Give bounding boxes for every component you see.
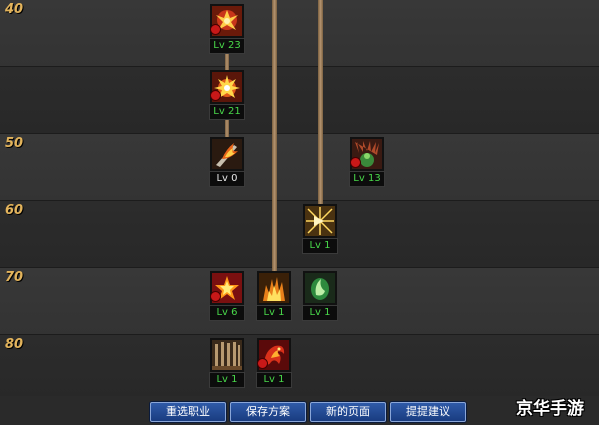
flame-pillar-icon	[257, 271, 291, 305]
skill-slot[interactable]: Lv 1	[256, 271, 292, 321]
radiant-burst-icon	[303, 204, 337, 238]
skill-slot[interactable]: Lv 1	[302, 204, 338, 254]
reselect-class-button[interactable]: 重选职业	[150, 402, 226, 422]
watermark-logo: 京华手游	[516, 399, 584, 419]
level-marker-40: 40	[5, 2, 24, 17]
level-marker-60: 60	[5, 203, 24, 218]
level-marker-50: 50	[5, 136, 24, 151]
level-marker-70: 70	[5, 270, 24, 285]
skill-slot[interactable]: Lv 23	[209, 4, 245, 54]
row-band	[0, 268, 599, 335]
new-page-button[interactable]: 新的页面	[310, 402, 386, 422]
skill-level-label: Lv 1	[302, 305, 338, 321]
skill-connector-line	[225, 119, 229, 137]
skill-slot[interactable]: Lv 1	[256, 338, 292, 388]
skill-level-label: Lv 1	[302, 238, 338, 254]
save-plan-button[interactable]: 保存方案	[230, 402, 306, 422]
row-band	[0, 201, 599, 268]
skill-level-label: Lv 6	[209, 305, 245, 321]
level-marker-80: 80	[5, 337, 24, 352]
skill-level-label: Lv 0	[209, 171, 245, 187]
skill-slot[interactable]: Lv 13	[349, 137, 385, 187]
skill-level-label: Lv 1	[256, 372, 292, 388]
flaming-blade-icon	[210, 137, 244, 171]
skill-slot[interactable]: Lv 1	[302, 271, 338, 321]
skill-level-label: Lv 13	[349, 171, 385, 187]
skill-level-label: Lv 23	[209, 38, 245, 54]
lock-icon	[210, 24, 221, 35]
row-band	[0, 335, 599, 402]
skill-tree-panel: 40 50 60 70 80 Lv 23 Lv 21 Lv 0 Lv 13 Lv…	[0, 0, 599, 425]
skill-level-label: Lv 21	[209, 104, 245, 120]
skill-connector-line	[225, 52, 229, 70]
skill-slot[interactable]: Lv 1	[209, 338, 245, 388]
suggestion-button[interactable]: 提提建议	[390, 402, 466, 422]
row-band	[0, 0, 599, 67]
skill-slot[interactable]: Lv 6	[209, 271, 245, 321]
green-orb-icon	[303, 271, 337, 305]
row-band	[0, 134, 599, 201]
lock-icon	[350, 157, 361, 168]
lock-icon	[210, 291, 221, 302]
skill-level-label: Lv 1	[256, 305, 292, 321]
lock-icon	[210, 90, 221, 101]
skill-slot[interactable]: Lv 0	[209, 137, 245, 187]
stone-gate-icon	[210, 338, 244, 372]
skill-level-label: Lv 1	[209, 372, 245, 388]
row-band	[0, 67, 599, 134]
skill-connector-line	[318, 0, 323, 204]
lock-icon	[257, 358, 268, 369]
skill-slot[interactable]: Lv 21	[209, 70, 245, 120]
skill-connector-line	[272, 0, 277, 272]
